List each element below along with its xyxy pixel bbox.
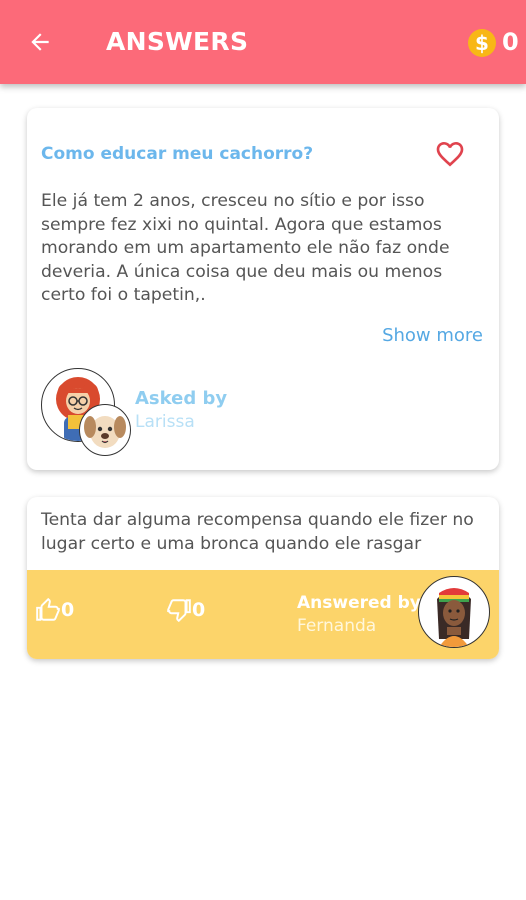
- question-body: Ele já tem 2 anos, cresceu no sítio e po…: [41, 191, 450, 305]
- show-more-link[interactable]: Show more: [382, 325, 483, 346]
- asker-name: Larissa: [135, 412, 195, 432]
- dislike-button[interactable]: 0: [166, 597, 205, 623]
- answer-footer: 0 0 Answered by Fernanda: [27, 570, 499, 659]
- question-card: Como educar meu cachorro? Ele já tem 2 a…: [27, 108, 499, 470]
- dislike-count: 0: [192, 599, 206, 621]
- arrow-left-icon: [31, 33, 49, 51]
- back-button[interactable]: [20, 22, 60, 62]
- favorite-button[interactable]: [433, 138, 467, 170]
- answer-card: Tenta dar alguma recompensa quando ele f…: [27, 497, 499, 659]
- answer-body: Tenta dar alguma recompensa quando ele f…: [41, 510, 474, 554]
- answered-by-label: Answered by: [297, 593, 421, 613]
- thumbs-up-icon: [36, 597, 60, 621]
- pet-avatar: [79, 404, 131, 456]
- heart-outline-icon: [436, 142, 464, 167]
- answerer-name: Fernanda: [297, 616, 377, 636]
- answerer-avatar: [418, 576, 490, 648]
- question-title: Como educar meu cachorro?: [41, 144, 314, 164]
- like-count: 0: [61, 599, 75, 621]
- app-bar: ANSWERS $ 0: [0, 0, 526, 84]
- page-title: ANSWERS: [106, 27, 249, 56]
- coin-symbol: $: [475, 31, 489, 55]
- like-button[interactable]: 0: [35, 597, 74, 623]
- thumbs-down-icon: [167, 599, 191, 623]
- coin-count: 0: [502, 28, 519, 56]
- coin-icon: $: [468, 29, 496, 57]
- asked-by-label: Asked by: [135, 388, 228, 409]
